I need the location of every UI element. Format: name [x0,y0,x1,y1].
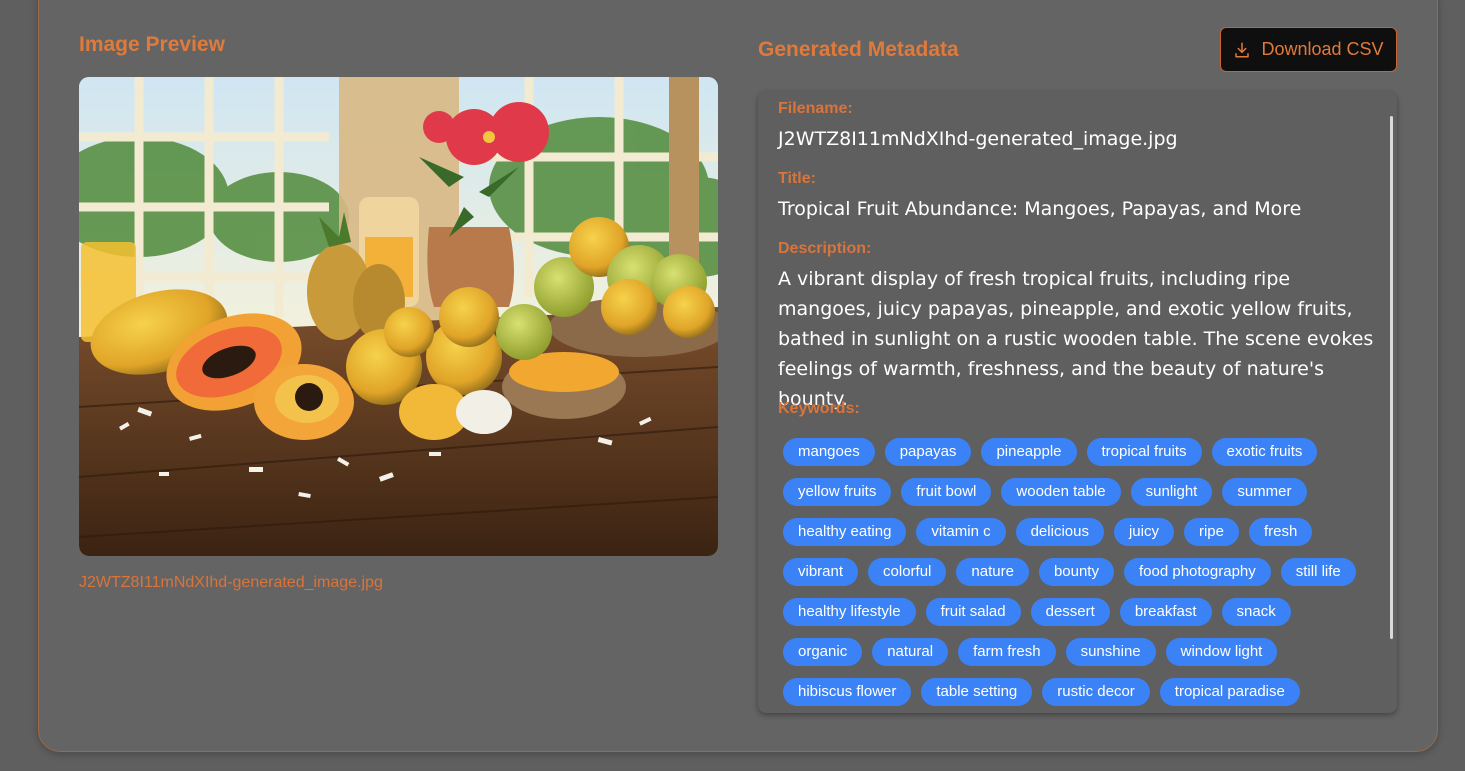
keyword-chip: table setting [921,678,1033,706]
keyword-chip: exotic fruits [1211,438,1318,466]
keyword-chip: colorful [868,558,947,586]
keyword-chip: rustic decor [1042,678,1150,706]
filename-label: Filename: [778,100,853,117]
keywords-list: mangoes papayas pineapple tropical fruits ex… [783,438,1373,706]
keyword-chip: healthy eating [783,518,907,546]
keyword-chip: wooden table [1001,478,1121,506]
keyword-chip: snack [1221,598,1291,626]
keyword-chip: natural [872,638,949,666]
keyword-chip: still life [1280,558,1356,586]
metadata-panel[interactable]: Filename: J2WTZ8I11mNdXIhd-generated_ima… [758,92,1397,713]
keyword-chip: fruit bowl [901,478,992,506]
download-icon [1235,42,1250,57]
metadata-scrollbar[interactable] [1390,116,1393,639]
keyword-chip: vibrant [783,558,859,586]
keyword-chip: sunlight [1130,478,1213,506]
download-csv-label: Download CSV [1261,39,1384,59]
keyword-chip: papayas [884,438,972,466]
image-preview-heading: Image Preview [79,33,225,56]
keyword-chip: tropical paradise [1159,678,1300,706]
title-value: Tropical Fruit Abundance: Mangoes, Papay… [778,198,1302,220]
keywords-label: Keywords: [778,400,860,417]
keyword-chip: farm fresh [958,638,1056,666]
download-csv-button[interactable]: Download CSV [1220,27,1397,72]
keyword-chip: fresh [1249,518,1313,546]
keyword-chip: vitamin c [916,518,1006,546]
preview-image [79,77,718,556]
keyword-chip: window light [1165,638,1278,666]
image-filename-caption: J2WTZ8I11mNdXIhd-generated_image.jpg [79,574,383,591]
description-label: Description: [778,240,872,257]
keyword-chip: breakfast [1119,598,1212,626]
keyword-chip: pineapple [981,438,1077,466]
keyword-chip: bounty [1038,558,1114,586]
generated-metadata-heading: Generated Metadata [758,38,959,61]
filename-value: J2WTZ8I11mNdXIhd-generated_image.jpg [778,128,1178,150]
keyword-chip: sunshine [1065,638,1156,666]
keyword-chip: nature [956,558,1029,586]
keyword-chip: juicy [1113,518,1174,546]
keyword-chip: organic [783,638,863,666]
keyword-chip: summer [1222,478,1307,506]
keyword-chip: food photography [1123,558,1271,586]
keyword-chip: yellow fruits [783,478,892,506]
description-value: A vibrant display of fresh tropical frui… [778,268,1374,410]
keyword-chip: mangoes [783,438,875,466]
keyword-chip: fruit salad [925,598,1021,626]
keyword-chip: tropical fruits [1086,438,1202,466]
keyword-chip: hibiscus flower [783,678,912,706]
keyword-chip: healthy lifestyle [783,598,916,626]
keyword-chip: ripe [1183,518,1239,546]
keyword-chip: delicious [1015,518,1104,546]
keyword-chip: dessert [1030,598,1110,626]
title-label: Title: [778,170,816,187]
